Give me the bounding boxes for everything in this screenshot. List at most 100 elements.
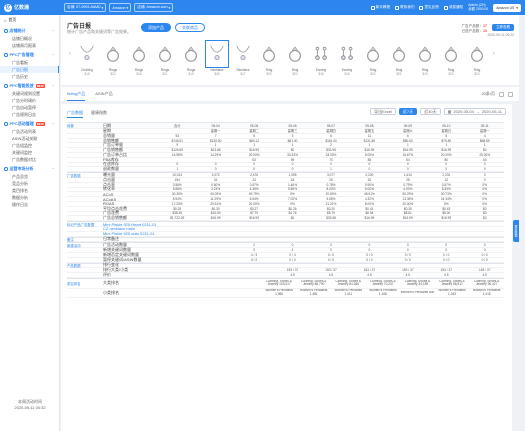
sidebar-item[interactable]: 操作日志 bbox=[0, 201, 59, 208]
side-more-tab[interactable]: 更多数据 bbox=[513, 220, 519, 242]
view-now-button[interactable]: 立即查看 bbox=[492, 24, 514, 31]
product-strip: ‹ Clothing $18 Rings $22 Rings $18 Rings $21 Ring… bbox=[67, 40, 513, 83]
sidebar-item[interactable]: 关键词监控 bbox=[0, 149, 59, 156]
product-thumb[interactable]: Ring $23 bbox=[283, 41, 307, 79]
table-cell: Women's Pendants 1,411 bbox=[334, 289, 362, 296]
page-size-select[interactable]: 20条/页 bbox=[481, 91, 495, 97]
sidebar-home[interactable]: ⌂ 首页 bbox=[0, 15, 59, 25]
nav-notifications[interactable]: 消息通知 bbox=[443, 5, 463, 10]
sidebar-item[interactable]: 广告组监控 bbox=[0, 142, 59, 149]
table-cell: 25 bbox=[329, 177, 333, 182]
table-cell: 5.54% bbox=[249, 197, 259, 202]
last-30-days-button[interactable]: 近30天 bbox=[420, 108, 441, 115]
link-product-button[interactable]: 关联商品 bbox=[175, 23, 205, 32]
sidebar-item[interactable]: 广告日报 bbox=[0, 66, 59, 73]
sidebar-item[interactable]: 产品总览 bbox=[0, 173, 59, 180]
sidebar-group-label: PPC活动管理 bbox=[9, 121, 34, 126]
sidebar-group-header[interactable]: PPC智能投放 NEW ⌃ bbox=[0, 82, 59, 90]
sidebar-item[interactable]: 广告活动列表 bbox=[0, 128, 59, 135]
last-7-days-button[interactable]: 近7天 bbox=[398, 108, 418, 115]
nav-contact[interactable]: 联系我们 bbox=[395, 5, 414, 10]
sidebar-item[interactable]: 关键词规则设置 bbox=[0, 90, 59, 97]
table-cell: 0 / 3 bbox=[250, 252, 258, 257]
sidebar-item[interactable]: 店铺日概况 bbox=[0, 35, 59, 42]
sidebar-item[interactable]: 数据分析 bbox=[0, 194, 59, 201]
table-cell: 0 bbox=[368, 248, 371, 253]
table-cell: 0 bbox=[253, 248, 255, 253]
product-thumb[interactable]: Earring $18 bbox=[309, 41, 333, 79]
group-label: 经营 bbox=[67, 124, 74, 128]
sidebar-item[interactable]: ASIN活动关联 bbox=[0, 135, 59, 142]
product-thumb[interactable]: Ring $20 bbox=[439, 41, 463, 79]
account-selector[interactable]: 店铺: 07-0993-8AMD ▾ bbox=[64, 3, 107, 12]
tab-listing[interactable]: listing产品 bbox=[67, 87, 86, 101]
sidebar-group-header[interactable]: 店铺统计 ⌃ bbox=[0, 27, 59, 35]
sidebar-group-header[interactable]: PPC广告管理 ⌃ bbox=[0, 51, 59, 59]
sidebar-item[interactable]: 广告数据对比 bbox=[0, 156, 59, 163]
product-thumb[interactable]: Ring $29 bbox=[257, 41, 281, 79]
product-thumb[interactable]: Rings $22 bbox=[101, 41, 125, 79]
table-cell: 0 / 0 bbox=[481, 252, 488, 257]
nav-feedback[interactable]: 意见反馈 bbox=[419, 5, 439, 10]
product-price: $20 bbox=[370, 72, 376, 76]
grid-view-icon[interactable] bbox=[499, 91, 504, 97]
sidebar-group-header[interactable]: 运营市场分析 ⌃ bbox=[0, 165, 59, 173]
add-product-button[interactable]: 添加产品 bbox=[141, 23, 171, 32]
region-selector[interactable]: Amazon US ▾ bbox=[493, 3, 521, 12]
table-cell: 0.57% bbox=[441, 182, 451, 187]
nav-tutorial[interactable]: 新手教程 bbox=[370, 5, 390, 10]
tab-health-index[interactable]: 健康指数 bbox=[91, 108, 107, 118]
table-cell: 2 bbox=[330, 143, 332, 148]
product-thumb[interactable]: Necklace $26 bbox=[205, 40, 229, 79]
export-button[interactable]: 导出Excel bbox=[370, 108, 396, 115]
chevron-up-icon: ⌃ bbox=[51, 52, 55, 58]
sidebar-item[interactable]: 广告看板 bbox=[0, 59, 59, 66]
sidebar-item[interactable]: 竞品分析 bbox=[0, 180, 59, 187]
product-thumb[interactable]: Ring $24 bbox=[465, 41, 489, 79]
table-cell: 0% bbox=[290, 201, 295, 206]
date-range-picker[interactable]: ▦ 2020-05-04 → 2020-05-11 bbox=[443, 108, 506, 115]
sidebar-item[interactable]: 店铺周月报表 bbox=[0, 42, 59, 49]
product-thumb[interactable]: Ring $21 bbox=[387, 41, 411, 79]
product-thumb[interactable]: Rings $19 bbox=[179, 41, 203, 79]
sidebar-footer: 本周活动时间 2020-05-11 00:32 bbox=[0, 399, 60, 411]
sidebar-group-header[interactable]: PPC活动管理 NEW ⌃ bbox=[0, 120, 59, 128]
store-selector[interactable]: Amazon ▾ bbox=[109, 3, 132, 12]
country-selector[interactable]: 店铺: Amazon.com ▾ bbox=[134, 3, 174, 12]
pagination-controls: 20条/页 bbox=[481, 91, 513, 97]
table-cell: 1 bbox=[291, 143, 294, 148]
tab-asin[interactable]: ASIN产品 bbox=[95, 87, 112, 101]
product-thumb[interactable]: Ring $19 bbox=[413, 41, 437, 79]
table-cell: 20.00% bbox=[248, 152, 260, 157]
sidebar-item[interactable]: 广告历史 bbox=[0, 73, 59, 80]
product-thumb[interactable]: Rings $21 bbox=[153, 41, 177, 79]
table-cell: 30.73% bbox=[440, 192, 452, 197]
product-thumb[interactable]: Clothing $18 bbox=[75, 41, 99, 79]
date-to: 2020-05-11 bbox=[481, 109, 502, 114]
sidebar-item[interactable]: 广告自动暂停 bbox=[0, 104, 59, 111]
brand-logo[interactable]: 亿 亿数通 bbox=[4, 3, 64, 12]
table-cell: 16.67% bbox=[402, 152, 414, 157]
strip-next-icon[interactable]: › bbox=[491, 41, 497, 67]
sidebar-item[interactable]: 广告分时调价 bbox=[0, 97, 59, 104]
product-thumb[interactable]: Ring $20 bbox=[361, 41, 385, 79]
table-cell: 0% bbox=[482, 182, 488, 187]
table-cell: 0 / 0 bbox=[443, 257, 450, 262]
sidebar-group-label: 店铺统计 bbox=[9, 28, 26, 33]
table-cell: $16.99 bbox=[402, 148, 413, 153]
product-thumb[interactable]: Rings $18 bbox=[127, 41, 151, 79]
table-cell: 20.00% bbox=[440, 152, 452, 157]
product-thumb[interactable]: Earring $15 bbox=[335, 41, 359, 79]
table-cell: 0 bbox=[406, 248, 409, 253]
sidebar-item[interactable]: 广告规则日志 bbox=[0, 111, 59, 118]
strip-prev-icon[interactable]: ‹ bbox=[67, 41, 73, 67]
table-cell: $61.40 bbox=[287, 138, 298, 143]
tab-ad-data[interactable]: 广告数据 bbox=[67, 108, 83, 118]
sidebar-item[interactable]: 类目排名 bbox=[0, 187, 59, 194]
metric-name[interactable]: Mini Pinkie 925 auto 0211-01 bbox=[100, 231, 158, 236]
user-menu[interactable]: Admin (ZH) 余额 2000.00 bbox=[468, 3, 488, 11]
product-thumb[interactable]: Necklace $17 bbox=[231, 41, 255, 79]
table-cell: $0.35 bbox=[403, 206, 412, 211]
table-cell: 12 bbox=[444, 177, 449, 182]
list-view-icon[interactable] bbox=[508, 91, 513, 97]
